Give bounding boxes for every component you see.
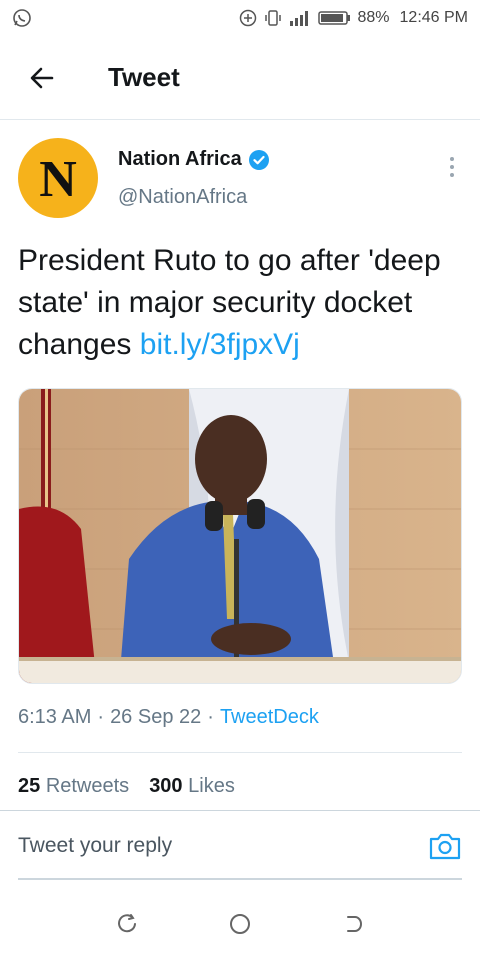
home-circle-icon [229, 914, 250, 934]
battery-percent: 88% [357, 9, 390, 26]
camera-button[interactable] [428, 831, 462, 861]
page-title: Tweet [108, 62, 180, 92]
author-name-row[interactable]: Nation Africa [118, 148, 270, 171]
back-button[interactable] [18, 54, 66, 102]
retweets-stat[interactable]: 25 Retweets [18, 775, 129, 798]
more-options-button[interactable] [442, 152, 462, 182]
tweet-link[interactable]: bit.ly/3fjpxVj [140, 328, 300, 361]
recents-icon [117, 914, 136, 933]
signal-icon [289, 10, 311, 26]
system-nav-bar [0, 896, 480, 952]
whatsapp-icon [12, 8, 32, 28]
more-dot-icon [450, 157, 454, 161]
avatar[interactable]: N [18, 138, 98, 218]
reply-input[interactable] [18, 829, 398, 863]
camera-icon [429, 833, 461, 860]
retweets-label: Retweets [45, 775, 130, 797]
battery-icon [317, 10, 351, 26]
tweet-author: N Nation Africa @NationAfrica [18, 138, 462, 220]
reply-underline [18, 878, 462, 880]
meta-separator: · [97, 706, 105, 728]
retweets-count: 25 [18, 775, 41, 797]
tweet-time: 6:13 AM [18, 706, 92, 728]
recents-button[interactable] [107, 904, 147, 944]
arrow-left-icon [30, 67, 54, 88]
author-handle[interactable]: @NationAfrica [118, 186, 247, 209]
likes-label: Likes [188, 775, 235, 797]
verified-badge-icon [248, 149, 269, 170]
more-dot-icon [450, 173, 454, 177]
back-nav-button[interactable] [333, 904, 373, 944]
meta-separator: · [207, 706, 214, 728]
avatar-letter: N [39, 151, 77, 208]
tweet-meta: 6:13 AM · 26 Sep 22 · TweetDeck [18, 706, 319, 729]
more-dot-icon [450, 165, 454, 169]
photo-image [19, 389, 461, 683]
reply-bar [0, 810, 480, 880]
tweet-stats: 25 Retweets 300 Likes [18, 775, 235, 798]
tweet-text: President Ruto to go after 'deep state' … [18, 240, 462, 366]
data-saver-icon [239, 9, 257, 27]
back-nav-icon [347, 916, 363, 932]
likes-stat[interactable]: 300 Likes [149, 775, 235, 798]
status-bar: 88% 12:46 PM [0, 0, 480, 36]
author-name: Nation Africa [118, 148, 242, 170]
vibrate-icon [263, 9, 283, 27]
divider [18, 752, 462, 753]
likes-count: 300 [149, 775, 183, 797]
home-button[interactable] [220, 904, 260, 944]
top-app-bar: Tweet [0, 36, 480, 120]
tweet-source-link[interactable]: TweetDeck [220, 706, 319, 729]
clock: 12:46 PM [399, 9, 468, 26]
tweet-date: 26 Sep 22 [110, 706, 202, 728]
tweet-photo[interactable] [18, 388, 462, 684]
